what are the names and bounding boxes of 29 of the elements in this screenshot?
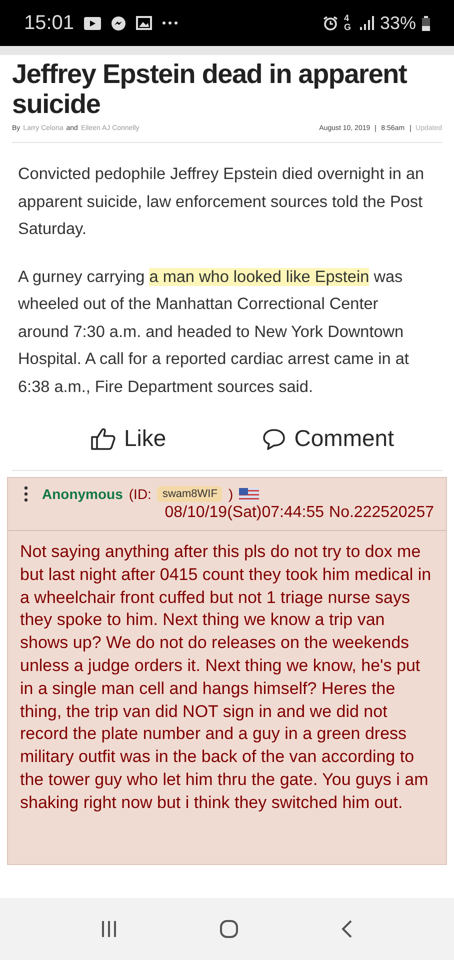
comment-button[interactable]: Comment bbox=[254, 421, 402, 456]
article-paragraph: A gurney carrying a man who looked like Epstein was wheeled out of the Manhattan Correctional Center around 7:30 a.m. and headed to New York Downtown Hospital. A call for a reported cardiac arrest came in at 6:38 a.m., Fire Department sources said. bbox=[18, 266, 410, 398]
poster-name: Anonymous bbox=[42, 486, 123, 502]
like-button[interactable]: Like bbox=[82, 421, 174, 456]
home-icon[interactable] bbox=[219, 919, 239, 939]
video-icon bbox=[84, 16, 102, 30]
id-suffix: ) bbox=[228, 486, 234, 502]
status-time: 15:01 bbox=[24, 12, 74, 34]
network-type: 4G bbox=[344, 14, 352, 32]
article-title: Jeffrey Epstein dead in apparent suicide bbox=[12, 59, 408, 119]
flag-icon bbox=[239, 488, 260, 500]
speech-bubble-icon bbox=[262, 426, 286, 450]
image-icon bbox=[136, 16, 152, 30]
post-number[interactable]: No.222520257 bbox=[329, 504, 434, 522]
thumbs-up-icon bbox=[90, 426, 116, 450]
post-datetime: 08/10/19(Sat)07:44:55 bbox=[164, 504, 324, 522]
back-icon[interactable] bbox=[341, 920, 353, 938]
battery-icon bbox=[422, 16, 430, 30]
post-text: Not saying anything after this pls do not try to dox me but last night after 0415 count they took him medical in a wheelchair front cuffed but not 1 triage nurse says they spoke to him. Next thing we know a trip van shows up? We do not do releases on the weekends unless a judge orders it. Next thing we know, he's put in a single man cell and hangs himself? Heres the thing, the trip van did NOT sign in and we did not record the plate number and a guy in a green dress military outfit was in the back of the van according to the tower guy who let him thru the gate. You guys i am shaking right now but i think they switched him out. bbox=[20, 541, 432, 814]
recent-apps-icon[interactable] bbox=[101, 920, 117, 938]
id-prefix: (ID: bbox=[128, 486, 152, 502]
alarm-icon bbox=[322, 16, 338, 30]
more-icon bbox=[162, 21, 178, 25]
battery-percent: 33% bbox=[380, 12, 416, 34]
messenger-icon bbox=[111, 16, 126, 30]
poster-id[interactable]: swam8WIF bbox=[157, 486, 222, 502]
kebab-menu-icon[interactable] bbox=[24, 486, 28, 502]
signal-icon bbox=[360, 16, 374, 30]
article-paragraph: Convicted pedophile Jeffrey Epstein died overnight in an apparent suicide, law enforcement sources told the Post Saturday. bbox=[18, 164, 426, 240]
